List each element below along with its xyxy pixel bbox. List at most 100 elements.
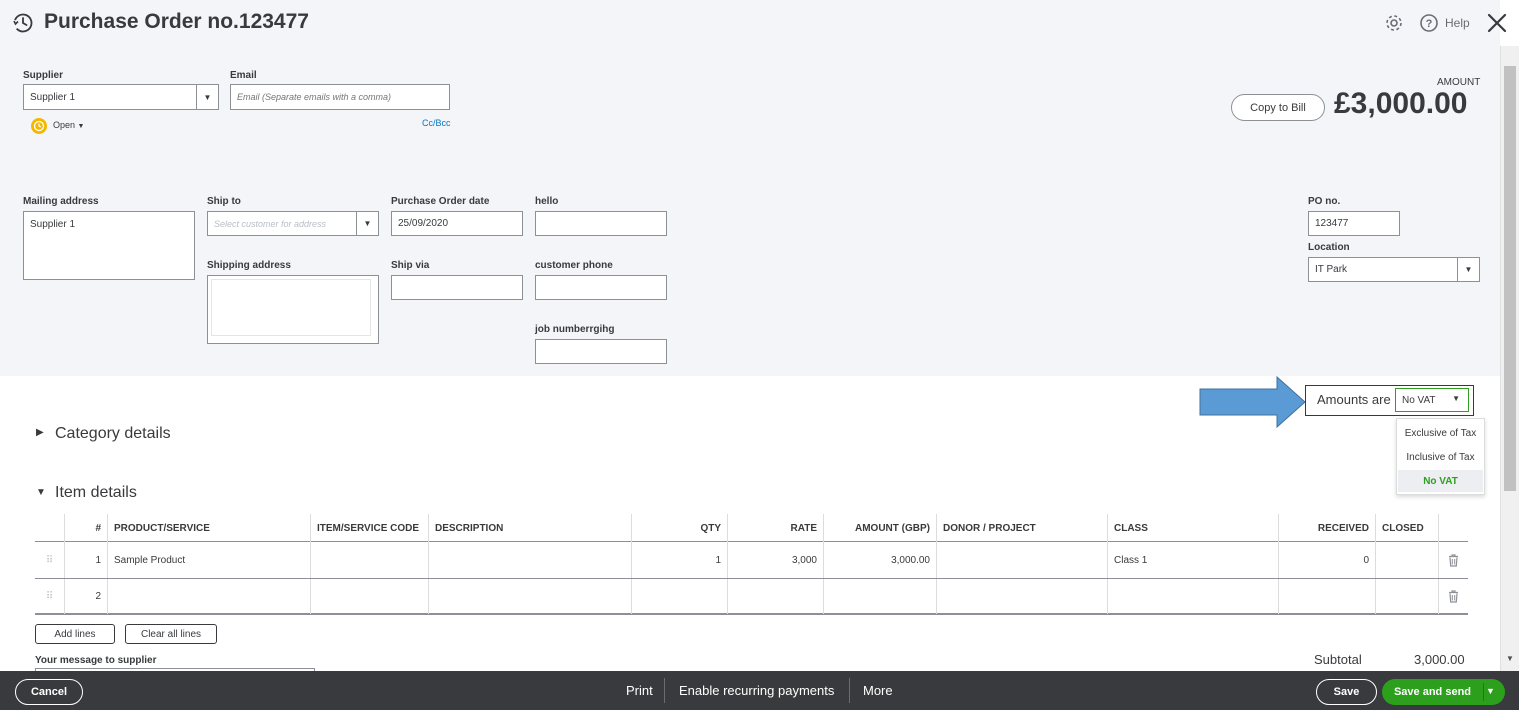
enable-recurring-payments-link[interactable]: Enable recurring payments [679, 671, 834, 710]
row-qty[interactable] [632, 579, 728, 614]
chevron-down-icon[interactable]: ▼ [1457, 258, 1479, 281]
option-exclusive-of-tax[interactable]: Exclusive of Tax [1397, 422, 1484, 444]
print-link[interactable]: Print [626, 671, 653, 710]
drag-handle-icon[interactable]: ⠿ [35, 579, 65, 614]
row-code[interactable] [311, 579, 429, 614]
item-details-toggle[interactable]: Item details [55, 484, 137, 502]
help-link[interactable]: Help [1445, 16, 1470, 30]
save-button[interactable]: Save [1316, 679, 1377, 705]
cancel-button[interactable]: Cancel [15, 679, 83, 705]
customer-phone-label: customer phone [535, 260, 613, 271]
help-icon[interactable]: ? [1419, 13, 1439, 33]
row-product[interactable] [108, 579, 311, 614]
category-details-toggle[interactable]: Category details [55, 425, 171, 443]
amounts-are-dropdown-menu: Exclusive of Tax Inclusive of Tax No VAT [1396, 418, 1485, 495]
svg-text:?: ? [1426, 18, 1433, 30]
close-icon[interactable] [1486, 12, 1508, 34]
supplier-value: Supplier 1 [30, 91, 76, 103]
caret-down-icon[interactable]: ▼ [1486, 686, 1495, 696]
amount-total: £3,000.00 [1334, 87, 1468, 120]
col-product-service: PRODUCT/SERVICE [108, 514, 311, 542]
cc-bcc-link[interactable]: Cc/Bcc [422, 118, 451, 128]
row-donor[interactable] [937, 542, 1108, 578]
email-input[interactable] [230, 84, 450, 110]
location-label: Location [1308, 242, 1350, 253]
row-received [1279, 579, 1376, 614]
hello-input[interactable] [535, 211, 667, 236]
col-qty: QTY [632, 514, 728, 542]
row-class[interactable]: Class 1 [1108, 542, 1279, 578]
row-amount[interactable]: 3,000.00 [824, 542, 937, 578]
status-label: Open [53, 120, 76, 130]
job-number-input[interactable] [535, 339, 667, 364]
col-item-service-code: ITEM/SERVICE CODE [311, 514, 429, 542]
chevron-down-icon[interactable]: ▼ [1452, 394, 1460, 403]
shipping-address-inner [211, 279, 371, 336]
footer-divider [849, 678, 850, 703]
col-closed: CLOSED [1376, 514, 1439, 542]
drag-handle-icon[interactable]: ⠿ [35, 542, 65, 578]
po-date-input[interactable]: 25/09/2020 [391, 211, 523, 236]
scrollbar-thumb[interactable] [1504, 66, 1516, 491]
row-rate[interactable] [728, 579, 824, 614]
settings-gear-icon[interactable] [1384, 13, 1404, 33]
triangle-down-icon[interactable]: ▼ [36, 487, 46, 498]
shipping-address-label: Shipping address [207, 260, 291, 271]
status-dropdown[interactable]: Open ▼ [53, 120, 84, 130]
save-and-send-button[interactable]: Save and send [1382, 679, 1483, 705]
row-description[interactable] [429, 579, 632, 614]
chevron-down-icon[interactable]: ▼ [196, 85, 218, 109]
row-code[interactable] [311, 542, 429, 578]
option-no-vat[interactable]: No VAT [1398, 470, 1483, 492]
triangle-right-icon[interactable]: ▶ [36, 427, 44, 438]
more-link[interactable]: More [863, 671, 893, 710]
amounts-are-label: Amounts are [1317, 392, 1391, 407]
mailing-address-textarea[interactable]: Supplier 1 [23, 211, 195, 280]
vertical-scrollbar[interactable]: ▼ [1500, 46, 1519, 671]
row-donor[interactable] [937, 579, 1108, 614]
scroll-down-arrow-icon[interactable]: ▼ [1506, 654, 1514, 663]
shipping-address-textarea[interactable] [207, 275, 379, 344]
supplier-select[interactable]: Supplier 1 ▼ [23, 84, 219, 110]
row-description[interactable] [429, 542, 632, 578]
location-value: IT Park [1315, 264, 1348, 275]
supplier-label: Supplier [23, 70, 64, 81]
chevron-down-icon[interactable]: ▼ [356, 212, 378, 235]
row-rate[interactable]: 3,000 [728, 542, 824, 578]
amounts-are-value: No VAT [1402, 394, 1436, 406]
split-divider [1483, 683, 1484, 701]
blue-arrow-annotation-icon [1199, 376, 1306, 428]
customer-phone-input[interactable] [535, 275, 667, 300]
message-to-supplier-label: Your message to supplier [35, 655, 157, 666]
row-closed[interactable] [1376, 542, 1439, 578]
clear-all-lines-button[interactable]: Clear all lines [125, 624, 217, 644]
history-icon[interactable] [12, 12, 34, 34]
row-product[interactable]: Sample Product [108, 542, 311, 578]
ship-via-input[interactable] [391, 275, 523, 300]
row-amount[interactable] [824, 579, 937, 614]
ship-to-placeholder: Select customer for address [214, 218, 327, 229]
trash-icon[interactable] [1448, 590, 1459, 603]
ship-to-label: Ship to [207, 196, 241, 207]
col-rate: RATE [728, 514, 824, 542]
col-number: # [65, 514, 108, 542]
job-number-label: job numberrgihg [535, 324, 615, 335]
location-select[interactable]: IT Park ▼ [1308, 257, 1480, 282]
col-amount: AMOUNT (GBP) [824, 514, 937, 542]
row-closed[interactable] [1376, 579, 1439, 614]
option-inclusive-of-tax[interactable]: Inclusive of Tax [1397, 446, 1484, 468]
ship-to-select[interactable]: Select customer for address ▼ [207, 211, 379, 236]
add-lines-button[interactable]: Add lines [35, 624, 115, 644]
trash-icon[interactable] [1448, 554, 1459, 567]
footer-divider [664, 678, 665, 703]
row-number: 1 [65, 542, 108, 578]
ship-via-label: Ship via [391, 260, 430, 271]
row-received: 0 [1279, 542, 1376, 578]
status-clock-icon [31, 118, 47, 134]
col-donor-project: DONOR / PROJECT [937, 514, 1108, 542]
row-qty[interactable]: 1 [632, 542, 728, 578]
amounts-are-select[interactable]: No VAT ▼ [1395, 388, 1469, 412]
po-no-input[interactable]: 123477 [1308, 211, 1400, 236]
row-class[interactable] [1108, 579, 1279, 614]
copy-to-bill-button[interactable]: Copy to Bill [1231, 94, 1325, 121]
